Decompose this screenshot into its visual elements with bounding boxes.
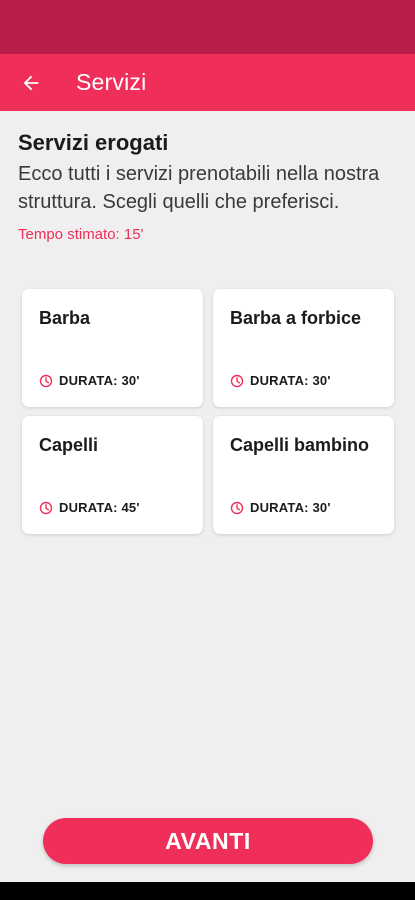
status-bar — [0, 0, 415, 54]
service-card-barba[interactable]: Barba DURATA: 30' — [22, 289, 203, 407]
clock-icon — [39, 501, 53, 514]
duration-label: DURATA: 30' — [250, 373, 331, 388]
service-duration: DURATA: 30' — [230, 500, 331, 515]
service-card-capelli[interactable]: Capelli DURATA: 45' — [22, 416, 203, 534]
section-title: Servizi erogati — [18, 130, 169, 155]
section-description: Ecco tutti i servizi prenotabili nella n… — [18, 163, 380, 213]
clock-icon — [230, 374, 244, 387]
service-name: Capelli — [39, 435, 99, 455]
next-button[interactable]: AVANTI — [43, 818, 373, 864]
app-bar: Servizi — [0, 54, 415, 111]
services-intro: Servizi erogati Ecco tutti i servizi pre… — [18, 126, 398, 243]
service-card-capelli-bambino[interactable]: Capelli bambino DURATA: 30' — [213, 416, 394, 534]
back-button[interactable] — [0, 54, 62, 111]
duration-label: DURATA: 30' — [59, 373, 140, 388]
service-duration: DURATA: 30' — [230, 373, 331, 388]
service-name: Barba — [39, 308, 91, 328]
services-grid: Barba DURATA: 30' Barba a forbice DURATA… — [22, 289, 394, 534]
estimated-time: Tempo stimato: 15' — [18, 226, 144, 243]
system-nav-bar — [0, 882, 415, 900]
page-title: Servizi — [76, 69, 147, 95]
service-name: Barba a forbice — [230, 308, 362, 328]
service-duration: DURATA: 30' — [39, 373, 140, 388]
service-card-barba-a-forbice[interactable]: Barba a forbice DURATA: 30' — [213, 289, 394, 407]
clock-icon — [39, 374, 53, 387]
duration-label: DURATA: 30' — [250, 500, 331, 515]
duration-label: DURATA: 45' — [59, 500, 140, 515]
service-duration: DURATA: 45' — [39, 500, 140, 515]
service-name: Capelli bambino — [230, 435, 370, 455]
clock-icon — [230, 501, 244, 514]
arrow-left-icon — [23, 75, 39, 90]
